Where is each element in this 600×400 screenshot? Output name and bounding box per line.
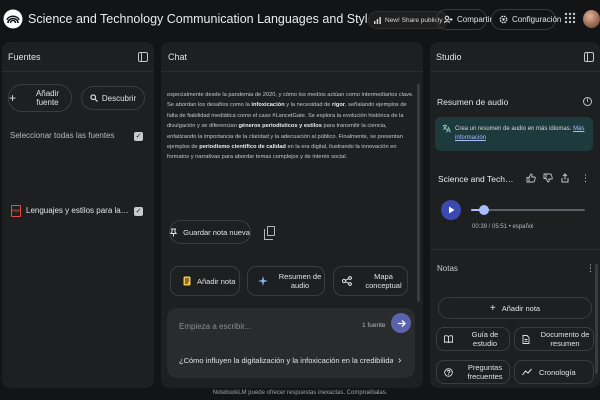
audio-summary-section-title: Resumen de audio <box>437 97 509 107</box>
thumbs-up-icon[interactable] <box>526 173 536 183</box>
chat-text-bold: infoxicación <box>251 102 285 109</box>
collapse-panel-icon[interactable] <box>138 52 148 62</box>
avatar[interactable] <box>583 10 600 28</box>
send-arrow-icon <box>397 319 406 328</box>
suggested-question[interactable]: ¿Cómo influyen la digitalización y la in… <box>179 356 393 365</box>
studio-title: Studio <box>436 52 462 62</box>
chat-title: Chat <box>168 52 188 62</box>
add-note-action-button[interactable]: Añadir nota <box>170 266 240 296</box>
sources-panel-header: Fuentes <box>2 42 154 72</box>
search-icon <box>90 94 98 102</box>
briefing-doc-label: Documento de resumen <box>540 330 590 348</box>
note-icon <box>183 276 191 286</box>
sparkle-icon <box>258 276 268 286</box>
more-options-icon[interactable]: ⋮ <box>581 173 590 184</box>
pdf-file-icon: PDF <box>11 205 21 217</box>
chat-text-bold: periodismo científico de calidad <box>199 144 286 151</box>
chat-composer[interactable]: Empieza a escribir... 1 fuente ¿Cómo inf… <box>167 308 415 378</box>
share-button[interactable]: Compartir <box>436 9 492 30</box>
audio-progress-track[interactable] <box>471 205 585 215</box>
chat-scrollbar[interactable] <box>417 84 420 302</box>
audio-player-card: Science and Technology Communication ⋮ 0… <box>435 164 595 237</box>
select-all-checkbox[interactable]: ✓ <box>134 132 143 141</box>
chevron-right-icon[interactable]: › <box>398 355 401 366</box>
audio-title: Science and Technology Communication <box>438 174 518 184</box>
save-note-label: Guardar nota nueva <box>183 227 250 237</box>
analytics-icon <box>374 16 381 24</box>
audio-time: 00:39 / 05:51 • español <box>472 224 534 230</box>
add-note-action-label: Añadir nota <box>197 276 236 286</box>
source-count: 1 fuente <box>362 322 386 329</box>
timeline-label: Cronología <box>539 367 576 377</box>
banner-text: Crea un resumen de audio en más idiomas.… <box>455 125 589 143</box>
studio-add-note-label: Añadir nota <box>501 303 541 313</box>
discover-label: Descubrir <box>101 93 137 103</box>
chat-text-run: y la necesidad de <box>284 102 333 109</box>
mind-map-icon <box>342 276 352 286</box>
multilang-audio-banner: Crea un resumen de audio en más idiomas.… <box>435 117 593 151</box>
share-label: Compartir <box>457 15 493 24</box>
question-icon <box>444 367 453 377</box>
chat-panel-header: Chat <box>161 42 423 72</box>
discover-sources-button[interactable]: Descubrir <box>81 86 145 110</box>
briefing-doc-button[interactable]: Documento de resumen <box>514 327 594 351</box>
settings-button[interactable]: Configuración <box>491 9 561 30</box>
play-button[interactable] <box>441 200 461 220</box>
source-item-label[interactable]: Lenguajes y estilos para la comuni... <box>26 206 130 215</box>
chat-text-bold: géneros periodísticos y estilos <box>238 123 322 130</box>
notebook-title[interactable]: Science and Technology Communication Lan… <box>28 12 381 26</box>
source-item-checkbox[interactable]: ✓ <box>134 207 143 216</box>
plus-icon: + <box>9 91 17 105</box>
chat-panel: Chat especialmente desde la pandemia de … <box>161 42 423 388</box>
send-button[interactable] <box>391 313 411 333</box>
play-icon <box>448 206 455 214</box>
chat-text-bold: rigor <box>332 102 346 109</box>
studio-panel-header: Studio <box>430 42 600 72</box>
save-note-button[interactable]: Guardar nota nueva <box>169 220 251 244</box>
studio-scrollbar[interactable] <box>595 264 598 374</box>
apps-grid-icon[interactable] <box>564 12 576 24</box>
chat-response-text: especialmente desde la pandemia de 2020,… <box>167 90 417 163</box>
concept-map-action-button[interactable]: Mapa conceptual <box>333 266 408 296</box>
chat-input[interactable]: Empieza a escribir... <box>179 322 251 331</box>
study-guide-label: Guía de estudio <box>471 330 499 348</box>
sources-panel: Fuentes + Añadir fuente Descubrir Selecc… <box>2 42 154 388</box>
section-divider <box>430 249 600 250</box>
share-icon <box>444 15 453 24</box>
add-source-button[interactable]: + Añadir fuente <box>8 84 72 112</box>
thumbs-down-icon[interactable] <box>543 173 553 183</box>
new-badge-label: New! Share publicly <box>385 16 443 24</box>
footer-disclaimer: NotebookLM puede ofrecer respuestas inex… <box>212 390 388 396</box>
top-bar: Science and Technology Communication Lan… <box>0 0 600 40</box>
timeline-icon <box>522 368 532 376</box>
translate-icon <box>442 124 451 133</box>
add-source-label: Añadir fuente <box>35 89 60 107</box>
book-icon <box>444 335 453 343</box>
faq-label: Preguntas frecuentes <box>467 363 503 381</box>
concept-map-action-label: Mapa conceptual <box>365 272 402 290</box>
studio-panel: Studio Resumen de audio i Crea un resume… <box>430 42 600 388</box>
audio-summary-action-label: Resumen de audio <box>278 272 322 290</box>
info-icon[interactable]: i <box>583 97 592 106</box>
document-icon <box>522 334 530 344</box>
faq-button[interactable]: Preguntas frecuentes <box>436 360 510 384</box>
sources-title: Fuentes <box>8 52 41 62</box>
audio-progress-handle[interactable] <box>478 205 489 215</box>
share-audio-icon[interactable] <box>560 173 570 183</box>
select-all-sources-label: Seleccionar todas las fuentes <box>10 131 115 140</box>
collapse-panel-icon[interactable] <box>584 52 594 62</box>
notes-more-icon[interactable]: ⋮ <box>586 263 595 274</box>
plus-icon: + <box>489 302 496 314</box>
studio-add-note-button[interactable]: + Añadir nota <box>438 297 592 319</box>
notebooklm-logo-icon[interactable] <box>3 9 23 29</box>
settings-label: Configuración <box>512 15 562 24</box>
gear-icon <box>499 15 508 24</box>
pin-icon <box>170 228 178 237</box>
copy-icon[interactable] <box>264 226 275 240</box>
banner-message: Crea un resumen de audio en más idiomas. <box>455 126 572 132</box>
notes-section-title: Notas <box>437 264 458 273</box>
audio-summary-action-button[interactable]: Resumen de audio <box>247 266 325 296</box>
timeline-button[interactable]: Cronología <box>514 360 594 384</box>
study-guide-button[interactable]: Guía de estudio <box>436 327 510 351</box>
